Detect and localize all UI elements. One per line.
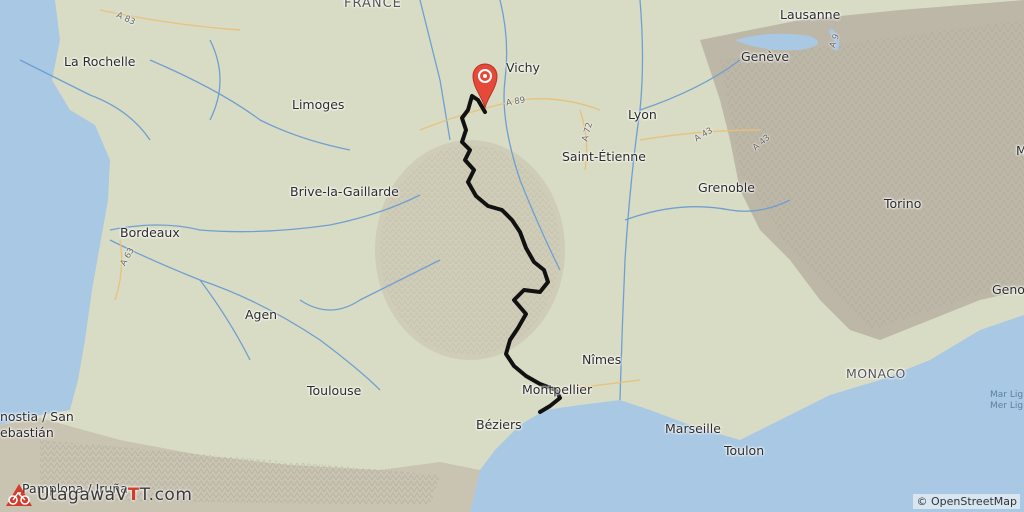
city-label-sebastian: ebastián: [0, 425, 54, 440]
start-marker[interactable]: [470, 60, 500, 110]
city-label-toulouse: Toulouse: [307, 383, 362, 398]
map-pin-icon: [472, 63, 498, 109]
city-label-montpellier: Montpellier: [522, 382, 593, 397]
country-label: FRANCE: [344, 0, 402, 11]
city-label-vichy: Vichy: [506, 60, 540, 75]
city-label-brive: Brive-la-Gaillarde: [290, 184, 399, 199]
city-label-torino: Torino: [884, 196, 922, 211]
city-label-beziers: Béziers: [476, 417, 522, 432]
brand-name: UtagawaVTT.com: [37, 485, 193, 505]
brand-logo[interactable]: UtagawaVTT.com: [4, 482, 192, 508]
city-label-lausanne: Lausanne: [780, 7, 841, 22]
city-label-geneve: Genève: [741, 49, 790, 64]
map-view[interactable]: FRANCE La Rochelle Limoges Vichy Lausann…: [0, 0, 1024, 512]
city-label-genova: Geno: [992, 282, 1024, 297]
copyright-icon: ©: [916, 495, 928, 508]
city-label-limoges: Limoges: [292, 97, 345, 112]
sea-label-ligurian: Mar Lig Mer Lig: [990, 390, 1024, 411]
city-label-nimes: Nîmes: [582, 352, 622, 367]
map-attribution[interactable]: © OpenStreetMap: [913, 494, 1020, 509]
attribution-link[interactable]: OpenStreetMap: [931, 495, 1017, 508]
city-label-lyon: Lyon: [628, 107, 657, 122]
city-label-la-rochelle: La Rochelle: [64, 54, 136, 69]
map-base: [0, 0, 1024, 512]
city-label-grenoble: Grenoble: [698, 180, 755, 195]
country-label-monaco: MONACO: [846, 366, 906, 381]
city-label-donostia: nostia / San: [0, 409, 74, 424]
bike-icon: [6, 484, 32, 506]
city-label-saint-etienne: Saint-Étienne: [562, 149, 646, 164]
city-label-agen: Agen: [245, 307, 278, 322]
city-label-marseille: Marseille: [665, 421, 721, 436]
city-label-toulon: Toulon: [724, 443, 765, 458]
city-label-bordeaux: Bordeaux: [120, 225, 180, 240]
city-label-cut: M: [1016, 143, 1024, 158]
